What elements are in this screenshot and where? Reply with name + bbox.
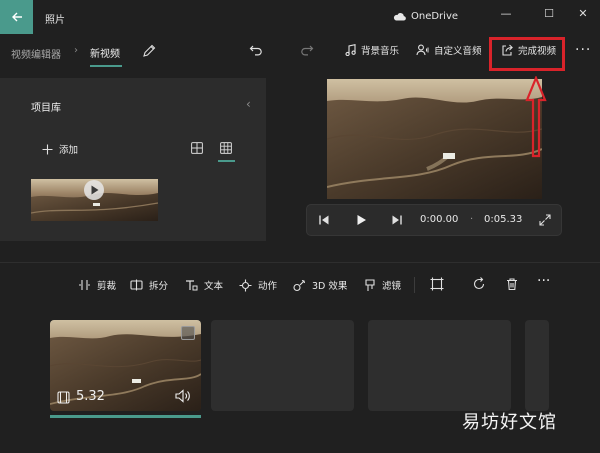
text-icon [186, 280, 198, 291]
split-icon [130, 279, 143, 291]
add-media-button[interactable]: 添加 [42, 142, 78, 156]
person-audio-icon [416, 44, 429, 56]
app-title: 照片 [45, 15, 65, 26]
video-preview [327, 79, 542, 199]
filters-button[interactable]: 滤镜 [364, 278, 401, 292]
collapse-library-button[interactable]: ‹ [246, 97, 251, 111]
project-title: 新视频 [90, 49, 120, 60]
3d-effects-label: 3D 效果 [312, 281, 348, 292]
playback-controls: 0:00.00 · 0:05.33 [306, 204, 562, 236]
3d-effects-button[interactable]: 3D 效果 [293, 278, 347, 292]
rotate-icon[interactable] [472, 277, 486, 291]
storyboard-empty-slot[interactable] [211, 320, 354, 411]
total-time: 0:05.33 [484, 214, 523, 225]
title-bar: 照片 OneDrive — ☐ ✕ [0, 0, 600, 34]
background-music-label: 背景音乐 [361, 46, 400, 57]
text-button[interactable]: 文本 [185, 278, 223, 292]
cloud-icon [393, 13, 406, 21]
storyboard-empty-slot[interactable] [525, 320, 549, 411]
toolbar-separator [414, 277, 415, 293]
volume-icon[interactable] [175, 389, 191, 403]
pencil-icon[interactable] [142, 44, 156, 58]
clip-select-checkbox[interactable] [181, 326, 195, 340]
trim-icon [79, 280, 90, 290]
delete-trash-icon[interactable] [505, 277, 519, 291]
arrow-left-icon [11, 12, 22, 22]
3d-effects-icon [293, 279, 306, 291]
view-selected-indicator [218, 160, 235, 162]
breadcrumb-separator: › [74, 45, 78, 56]
watermark-text: 易坊好文馆 [462, 412, 557, 433]
close-button[interactable]: ✕ [566, 4, 600, 22]
large-grid-view-icon[interactable] [191, 142, 203, 154]
custom-audio-button[interactable]: 自定义音频 [416, 43, 482, 57]
minimize-button[interactable]: — [489, 4, 523, 22]
plus-icon [42, 144, 53, 154]
filters-label: 滤镜 [382, 281, 402, 292]
custom-audio-label: 自定义音频 [434, 46, 482, 57]
storyboard-toolbar: 剪裁 拆分 文本 动作 3D 效果 滤镜 ··· [0, 272, 600, 300]
project-library-panel: 项目库 ‹ 添加 [0, 78, 266, 241]
onedrive-label: OneDrive [411, 11, 459, 22]
split-label: 拆分 [149, 281, 169, 292]
trim-button[interactable]: 剪裁 [78, 278, 116, 292]
next-frame-icon[interactable] [391, 214, 403, 226]
motion-label: 动作 [258, 281, 278, 292]
back-button[interactable] [0, 0, 33, 34]
time-separator: · [470, 214, 474, 225]
editor-toolbar: 视频编辑器 › 新视频 背景音乐 自定义音频 完成视频 ··· [0, 34, 600, 72]
add-media-label: 添加 [59, 145, 79, 156]
current-time: 0:00.00 [420, 214, 459, 225]
project-title-underline [90, 65, 122, 67]
fullscreen-expand-icon[interactable] [539, 214, 551, 226]
clip-selected-indicator [50, 415, 201, 418]
motion-button[interactable]: 动作 [239, 278, 277, 292]
annotation-arrow-icon [525, 76, 547, 158]
music-note-icon [345, 44, 356, 56]
motion-icon [239, 279, 252, 291]
annotation-highlight-box [489, 37, 565, 71]
storyboard-more-button[interactable]: ··· [537, 273, 550, 289]
film-duration-icon [57, 391, 70, 404]
text-label: 文本 [204, 281, 224, 292]
split-button[interactable]: 拆分 [130, 278, 168, 292]
storyboard-empty-slot[interactable] [368, 320, 511, 411]
onedrive-status[interactable]: OneDrive [393, 11, 458, 22]
previous-frame-icon[interactable] [318, 214, 330, 226]
redo-icon[interactable] [300, 43, 314, 57]
resize-crop-icon[interactable] [430, 277, 444, 291]
play-circle-icon[interactable] [83, 179, 105, 201]
filter-icon [365, 278, 375, 291]
section-divider [0, 262, 600, 263]
clip-duration: 5.32 [76, 389, 105, 404]
project-library-title: 项目库 [31, 103, 61, 114]
maximize-button[interactable]: ☐ [532, 4, 566, 22]
trim-label: 剪裁 [97, 281, 117, 292]
play-icon[interactable] [355, 214, 367, 226]
background-music-button[interactable]: 背景音乐 [345, 43, 399, 57]
small-grid-view-icon[interactable] [220, 142, 232, 154]
breadcrumb-video-editor[interactable]: 视频编辑器 [11, 46, 61, 61]
undo-icon[interactable] [249, 43, 263, 57]
more-options-button[interactable]: ··· [575, 42, 591, 58]
